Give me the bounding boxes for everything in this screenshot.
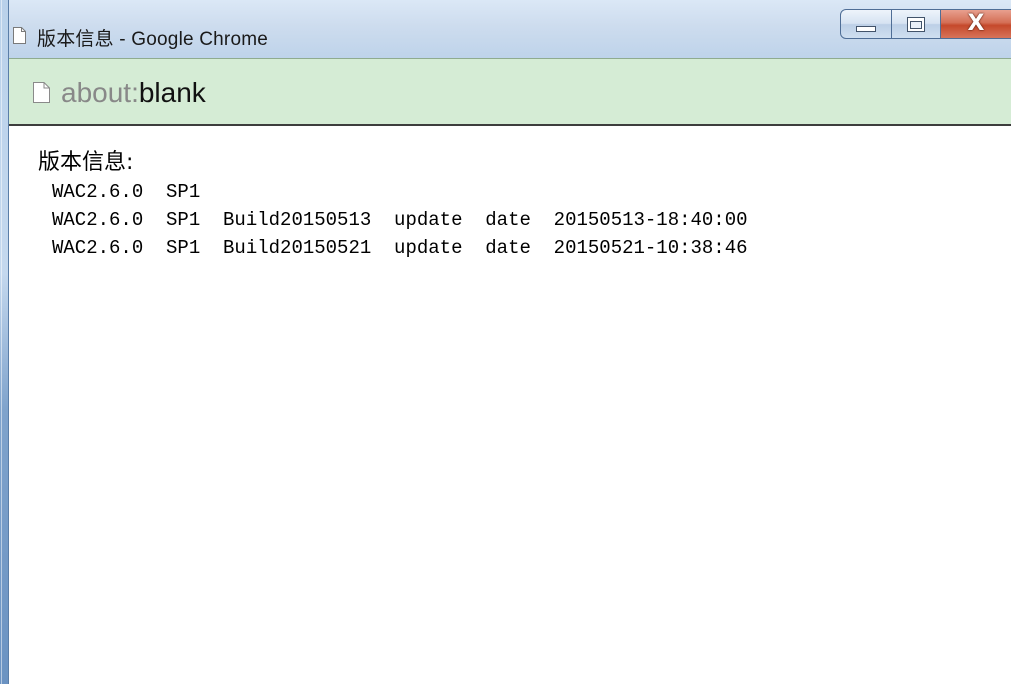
page-icon (33, 82, 50, 103)
page-icon (13, 27, 26, 44)
maximize-button[interactable] (892, 9, 941, 39)
page-heading: 版本信息: (38, 150, 134, 175)
caption-buttons: X (840, 9, 1011, 39)
minimize-icon (856, 26, 876, 32)
url-text[interactable]: about:blank (61, 77, 206, 109)
version-line: WAC2.6.0 SP1 (52, 181, 201, 203)
maximize-icon (907, 16, 925, 32)
version-line: WAC2.6.0 SP1 Build20150513 update date 2… (52, 209, 748, 231)
window-title: 版本信息 - Google Chrome (37, 29, 269, 50)
url-path: blank (138, 77, 206, 108)
page-content: 版本信息: WAC2.6.0 SP1 WAC2.6.0 SP1 Build201… (38, 148, 998, 262)
minimize-button[interactable] (840, 9, 892, 39)
title-bar[interactable]: 版本信息 - Google Chrome X (9, 0, 1011, 58)
close-icon: X (967, 10, 985, 36)
version-line: WAC2.6.0 SP1 Build20150521 update date 2… (52, 237, 748, 259)
close-button[interactable]: X (941, 9, 1011, 39)
omnibox[interactable]: about:blank (9, 58, 1011, 126)
window-frame-left (0, 0, 9, 684)
url-scheme: about: (61, 77, 139, 108)
